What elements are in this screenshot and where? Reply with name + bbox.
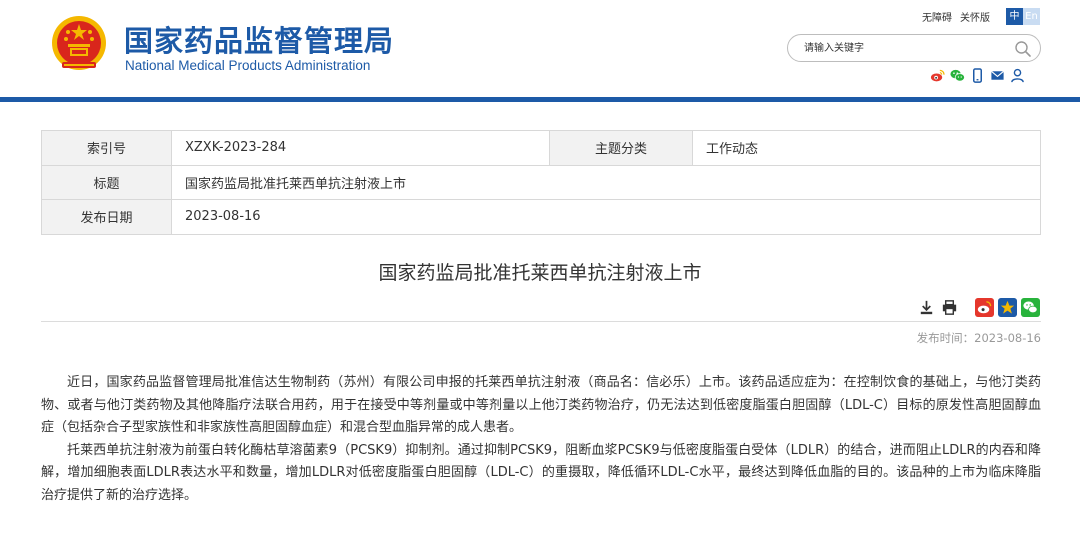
article-paragraph-2: 托莱西单抗注射液为前蛋白转化酶枯草溶菌素9（PCSK9）抑制剂。通过抑制PCSK…	[41, 442, 1041, 503]
lang-en-button[interactable]: En	[1023, 8, 1040, 25]
info-row-index: 索引号 XZXK-2023-284 主题分类 工作动态	[41, 130, 1041, 166]
info-row-title: 标题 国家药监局批准托莱西单抗注射液上市	[41, 164, 1041, 200]
header-divider-bar	[0, 97, 1080, 102]
lang-zh-button[interactable]: 中	[1006, 8, 1023, 25]
weibo-icon[interactable]	[930, 68, 945, 83]
header-share-icons	[930, 68, 1025, 83]
language-switch: 中 En	[1006, 8, 1040, 25]
mobile-icon[interactable]	[970, 68, 985, 83]
accessibility-link[interactable]: 无障碍	[922, 9, 952, 24]
wechat-share-icon[interactable]	[1021, 298, 1040, 317]
org-name-en[interactable]: National Medical Products Administration	[125, 58, 370, 73]
national-emblem-icon[interactable]	[50, 14, 108, 74]
article-body: 近日，国家药品监督管理局批准信达生物制药（苏州）有限公司申报的托莱西单抗注射液（…	[41, 372, 1041, 507]
date-value: 2023-08-16	[171, 199, 1041, 235]
category-label: 主题分类	[549, 130, 693, 166]
org-name-cn[interactable]: 国家药品监督管理局	[124, 18, 394, 60]
search-icon[interactable]	[1014, 40, 1032, 58]
category-value: 工作动态	[692, 130, 1041, 166]
info-row-date: 发布日期 2023-08-16	[41, 199, 1041, 235]
user-icon[interactable]	[1010, 68, 1025, 83]
article-info-table: 索引号 XZXK-2023-284 主题分类 工作动态 标题 国家药监局批准托莱…	[41, 130, 1041, 235]
title-value: 国家药监局批准托莱西单抗注射液上市	[171, 164, 1041, 200]
article-tools	[917, 298, 1040, 317]
site-header: 国家药品监督管理局 National Medical Products Admi…	[0, 0, 1080, 100]
title-divider	[41, 321, 1041, 322]
title-label: 标题	[41, 164, 172, 200]
search-input[interactable]	[804, 40, 1004, 57]
top-links: 无障碍 关怀版 中 En	[922, 8, 1040, 25]
index-value: XZXK-2023-284	[171, 130, 550, 166]
weibo-share-icon[interactable]	[975, 298, 994, 317]
search-box	[787, 34, 1041, 62]
date-label: 发布日期	[41, 199, 172, 235]
mail-icon[interactable]	[990, 68, 1005, 83]
article-title: 国家药监局批准托莱西单抗注射液上市	[378, 262, 702, 284]
article-paragraph-1: 近日，国家药品监督管理局批准信达生物制药（苏州）有限公司申报的托莱西单抗注射液（…	[41, 375, 1041, 435]
download-icon[interactable]	[917, 298, 936, 317]
index-label: 索引号	[41, 130, 172, 166]
elderly-mode-link[interactable]: 关怀版	[960, 9, 990, 24]
publish-time: 发布时间：2023-08-16	[916, 331, 1041, 345]
print-icon[interactable]	[940, 298, 959, 317]
wechat-icon[interactable]	[950, 68, 965, 83]
favorite-icon[interactable]	[998, 298, 1017, 317]
